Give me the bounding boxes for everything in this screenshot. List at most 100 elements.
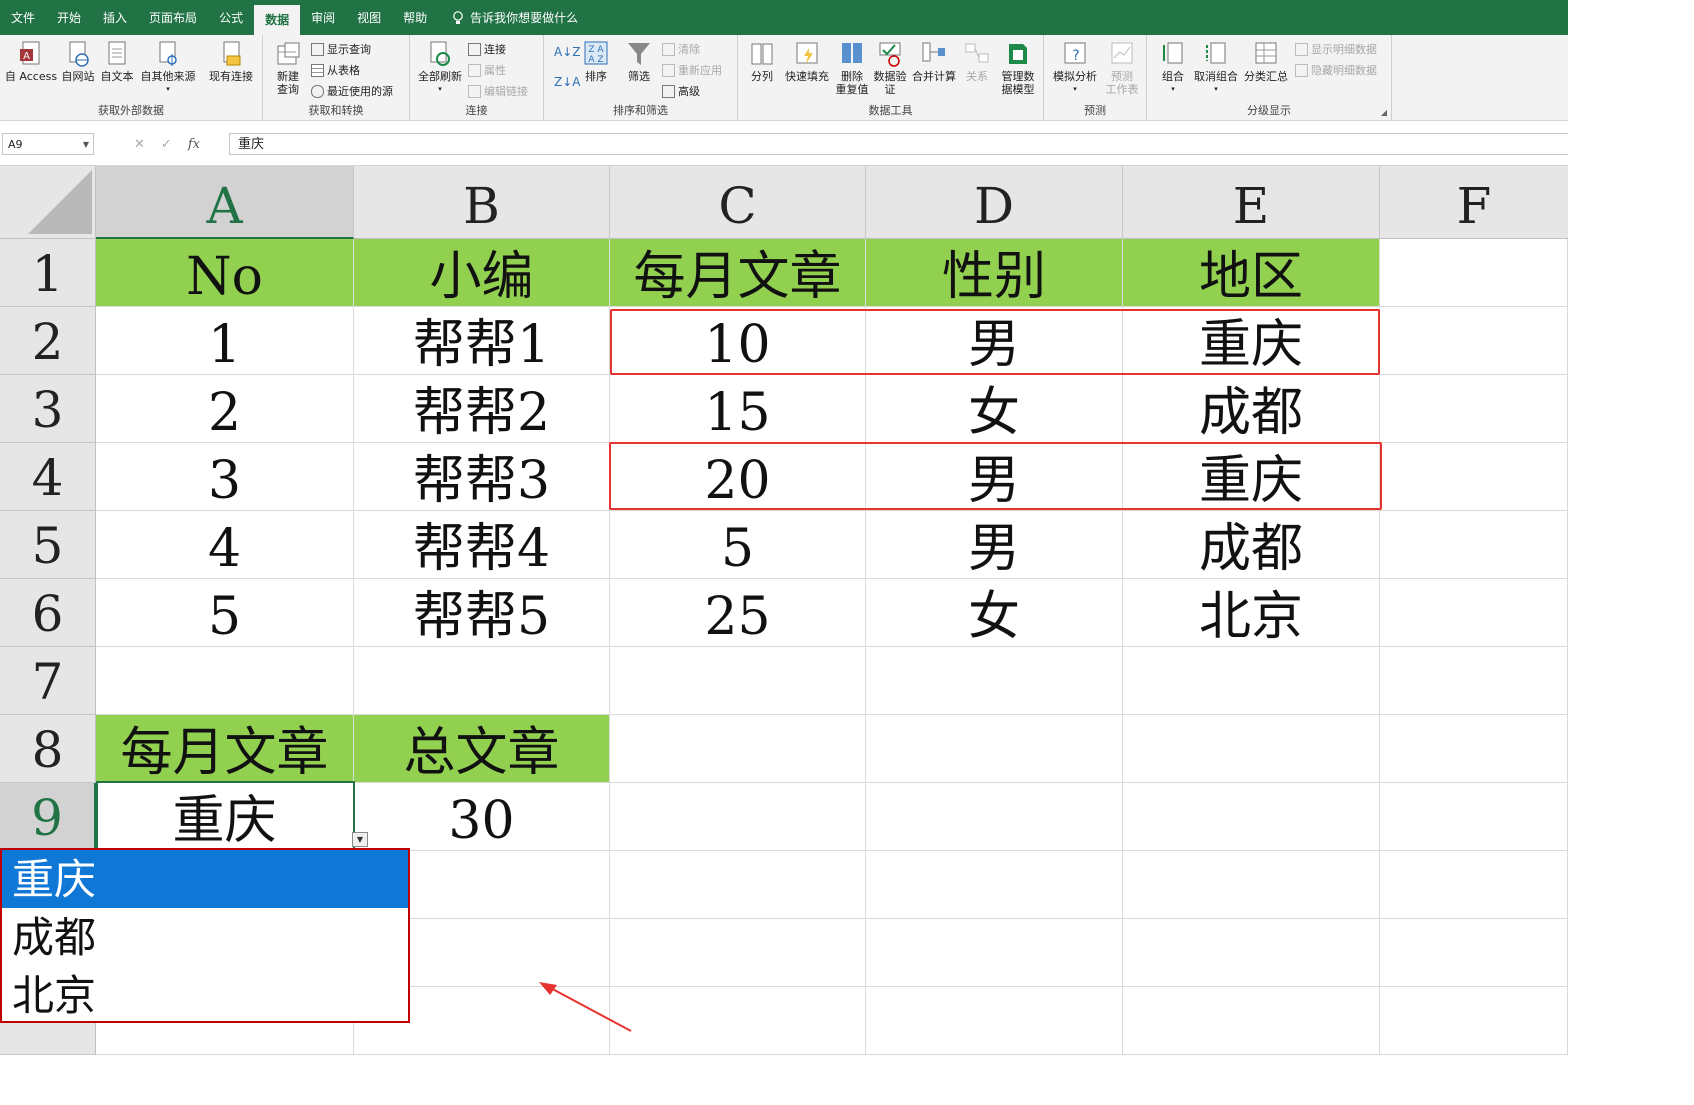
column-header-a[interactable]: A [96, 166, 354, 239]
cell-d11[interactable] [866, 919, 1123, 987]
remove-duplicates-button[interactable]: 删除 重复值 [834, 40, 870, 96]
enter-icon[interactable]: ✓ [161, 137, 172, 152]
dropdown-option-beijing[interactable]: 北京 [2, 966, 408, 1021]
from-text-button[interactable]: 自文本 [98, 40, 136, 83]
cell-f10[interactable] [1380, 851, 1568, 919]
tab-insert[interactable]: 插入 [92, 0, 138, 35]
cell-c10[interactable] [610, 851, 866, 919]
cell-c1[interactable]: 每月文章 [610, 239, 866, 307]
what-if-analysis-button[interactable]: ? 模拟分析 ▾ [1050, 40, 1100, 96]
cell-e5[interactable]: 成都 [1123, 511, 1380, 579]
cell-a4[interactable]: 3 [96, 443, 354, 511]
cell-d3[interactable]: 女 [866, 375, 1123, 443]
row-header-2[interactable]: 2 [0, 307, 96, 375]
column-header-d[interactable]: D [866, 166, 1123, 239]
cell-e6[interactable]: 北京 [1123, 579, 1380, 647]
edit-links-button[interactable]: 编辑链接 [468, 83, 528, 99]
cell-c2[interactable]: 10 [610, 307, 866, 375]
cell-c12[interactable] [610, 987, 866, 1055]
cell-f12[interactable] [1380, 987, 1568, 1055]
cell-f6[interactable] [1380, 579, 1568, 647]
from-web-button[interactable]: 自网站 [60, 40, 96, 83]
column-header-c[interactable]: C [610, 166, 866, 239]
from-table-button[interactable]: 从表格 [311, 62, 360, 78]
cell-c6[interactable]: 25 [610, 579, 866, 647]
tab-formulas[interactable]: 公式 [208, 0, 254, 35]
cell-a5[interactable]: 4 [96, 511, 354, 579]
cell-a7[interactable] [96, 647, 354, 715]
cell-b8[interactable]: 总文章 [354, 715, 610, 783]
cell-e7[interactable] [1123, 647, 1380, 715]
tab-file[interactable]: 文件 [0, 0, 46, 35]
properties-button[interactable]: 属性 [468, 62, 506, 78]
cell-d10[interactable] [866, 851, 1123, 919]
cell-e1[interactable]: 地区 [1123, 239, 1380, 307]
tell-me-box[interactable]: 告诉我你想要做什么 [438, 0, 578, 35]
manage-data-model-button[interactable]: 管理数 据模型 [996, 40, 1040, 96]
cell-b2[interactable]: 帮帮1 [354, 307, 610, 375]
sort-descending-button[interactable]: Z↓A [554, 75, 580, 89]
cell-f1[interactable] [1380, 239, 1568, 307]
cell-e12[interactable] [1123, 987, 1380, 1055]
dropdown-option-chengdu[interactable]: 成都 [2, 908, 408, 966]
tab-page-layout[interactable]: 页面布局 [138, 0, 208, 35]
cell-a3[interactable]: 2 [96, 375, 354, 443]
cell-b6[interactable]: 帮帮5 [354, 579, 610, 647]
row-header-7[interactable]: 7 [0, 647, 96, 715]
forecast-sheet-button[interactable]: 预测 工作表 [1104, 40, 1140, 96]
cell-e9[interactable] [1123, 783, 1380, 851]
cell-a6[interactable]: 5 [96, 579, 354, 647]
cell-a9[interactable]: 重庆 [96, 783, 354, 851]
cell-d7[interactable] [866, 647, 1123, 715]
row-header-1[interactable]: 1 [0, 239, 96, 307]
chevron-down-icon[interactable]: ▼ [83, 134, 89, 156]
cell-a1[interactable]: No [96, 239, 354, 307]
row-header-9[interactable]: 9 [0, 783, 96, 851]
cell-f8[interactable] [1380, 715, 1568, 783]
row-header-8[interactable]: 8 [0, 715, 96, 783]
from-access-button[interactable]: A 自 Access [4, 40, 58, 83]
dialog-launcher-icon[interactable]: ◢ [1381, 108, 1387, 117]
cell-d8[interactable] [866, 715, 1123, 783]
row-header-5[interactable]: 5 [0, 511, 96, 579]
cell-f3[interactable] [1380, 375, 1568, 443]
cell-d6[interactable]: 女 [866, 579, 1123, 647]
validation-dropdown-button[interactable]: ▼ [352, 832, 368, 847]
select-all-corner[interactable] [0, 166, 96, 239]
reapply-button[interactable]: 重新应用 [662, 62, 722, 78]
show-detail-button[interactable]: 显示明细数据 [1295, 41, 1377, 57]
hide-detail-button[interactable]: 隐藏明细数据 [1295, 62, 1377, 78]
recent-sources-button[interactable]: 最近使用的源 [311, 83, 393, 99]
cell-f11[interactable] [1380, 919, 1568, 987]
text-to-columns-button[interactable]: 分列 [746, 40, 778, 83]
new-query-button[interactable]: 新建 查询 [269, 40, 307, 96]
cell-a2[interactable]: 1 [96, 307, 354, 375]
cell-c3[interactable]: 15 [610, 375, 866, 443]
cell-d4[interactable]: 男 [866, 443, 1123, 511]
cell-e4[interactable]: 重庆 [1123, 443, 1380, 511]
cell-c5[interactable]: 5 [610, 511, 866, 579]
cell-e11[interactable] [1123, 919, 1380, 987]
cell-c11[interactable] [610, 919, 866, 987]
cell-b3[interactable]: 帮帮2 [354, 375, 610, 443]
insert-function-icon[interactable]: fx [188, 137, 200, 152]
row-header-4[interactable]: 4 [0, 443, 96, 511]
dropdown-option-chongqing[interactable]: 重庆 [2, 850, 408, 908]
group-button[interactable]: 组合 ▾ [1157, 40, 1189, 96]
cell-e8[interactable] [1123, 715, 1380, 783]
cell-e10[interactable] [1123, 851, 1380, 919]
name-box[interactable]: A9 ▼ [2, 133, 94, 155]
cell-f5[interactable] [1380, 511, 1568, 579]
cell-b7[interactable] [354, 647, 610, 715]
row-header-6[interactable]: 6 [0, 579, 96, 647]
row-header-3[interactable]: 3 [0, 375, 96, 443]
existing-connections-button[interactable]: 现有连接 [205, 40, 257, 83]
cell-f7[interactable] [1380, 647, 1568, 715]
cell-d9[interactable] [866, 783, 1123, 851]
connections-button[interactable]: 连接 [468, 41, 506, 57]
cell-a8[interactable]: 每月文章 [96, 715, 354, 783]
cell-f4[interactable] [1380, 443, 1568, 511]
cell-d2[interactable]: 男 [866, 307, 1123, 375]
cell-b5[interactable]: 帮帮4 [354, 511, 610, 579]
tab-home[interactable]: 开始 [46, 0, 92, 35]
